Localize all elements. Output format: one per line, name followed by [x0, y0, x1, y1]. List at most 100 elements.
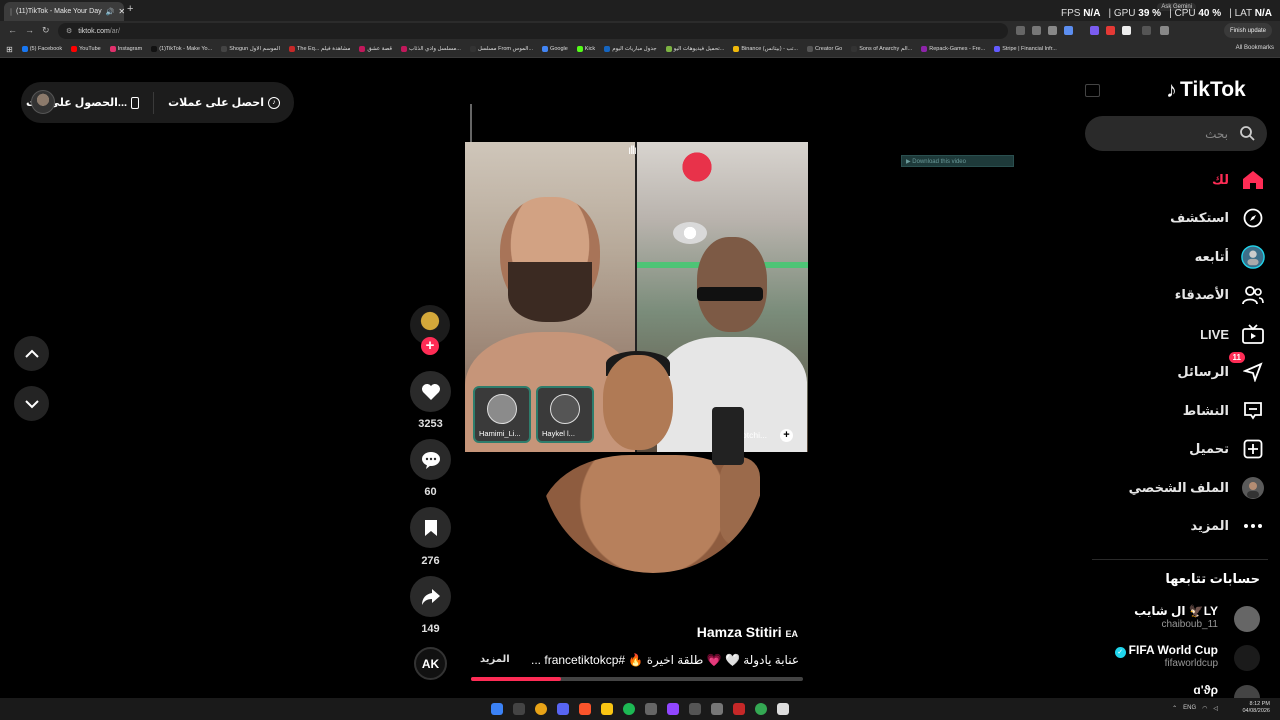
- bookmark-item[interactable]: (5) Facebook: [21, 46, 62, 52]
- download-video-button[interactable]: ▶ Download this video: [901, 155, 1014, 167]
- extension-icon[interactable]: [1106, 26, 1115, 35]
- live-guest-tile[interactable]: Hamimi_Li...: [473, 386, 531, 443]
- bookmark-star-icon[interactable]: [1064, 26, 1073, 35]
- follow-plus-icon[interactable]: +: [421, 337, 439, 355]
- caption-more-link[interactable]: المزيد: [480, 654, 510, 665]
- previous-video-button[interactable]: [14, 336, 49, 371]
- more-dots-icon: [1241, 514, 1265, 538]
- share-button[interactable]: [410, 576, 451, 617]
- discord-icon[interactable]: [557, 703, 569, 715]
- app-icon[interactable]: [777, 703, 789, 715]
- extensions-puzzle-icon[interactable]: [1142, 26, 1151, 35]
- clock[interactable]: 8:12 PM 04/08/2026: [1242, 701, 1270, 715]
- site-info-icon[interactable]: ⚙: [66, 27, 72, 35]
- xbox-icon[interactable]: [711, 703, 723, 715]
- profile-icon[interactable]: [1160, 26, 1169, 35]
- bookmark-item[interactable]: مسلسل وادي الذئاب...: [401, 46, 461, 52]
- wifi-icon[interactable]: ◠: [1202, 705, 1207, 712]
- collapse-sidebar-icon[interactable]: [1085, 84, 1100, 97]
- sidebar-item-8[interactable]: الملف الشخصي: [1085, 474, 1265, 502]
- sidebar-item-2[interactable]: أتابعه: [1085, 243, 1265, 271]
- bookmark-item[interactable]: جدول مباريات اليوم: [604, 46, 657, 52]
- windows-start-icon[interactable]: [491, 703, 503, 715]
- taskbar-search-icon[interactable]: [513, 703, 525, 715]
- bookmark-label: Kick: [584, 46, 596, 52]
- avatar[interactable]: [31, 90, 55, 114]
- apps-grid-icon[interactable]: ⊞: [6, 45, 13, 54]
- bookmark-item[interactable]: Instagram: [109, 46, 142, 52]
- finish-update-button[interactable]: Finish update: [1223, 23, 1272, 38]
- file-explorer-icon[interactable]: [601, 703, 613, 715]
- bookmark-item[interactable]: Sons of Anarchy الم...: [851, 46, 912, 52]
- like-button[interactable]: [410, 371, 451, 412]
- tiktok-logo[interactable]: ♪ TikTok: [1166, 77, 1246, 103]
- sidebar-item-9[interactable]: المزيد: [1085, 512, 1265, 540]
- new-tab-button[interactable]: +: [127, 3, 133, 15]
- sidebar-item-3[interactable]: الأصدقاء: [1085, 281, 1265, 309]
- search-icon[interactable]: [1240, 126, 1255, 141]
- bookmark-item[interactable]: Stripe | Financial Infr...: [994, 46, 1057, 52]
- bookmark-item[interactable]: Shogun الموسم الاول: [221, 46, 280, 52]
- bookmark-item[interactable]: Binance (بيتانس) - تب...: [733, 46, 798, 52]
- next-video-button[interactable]: [14, 386, 49, 421]
- sidebar-item-6[interactable]: النشاط: [1085, 397, 1265, 425]
- bookmark-item[interactable]: YouTube: [71, 46, 101, 52]
- account-name-text: ɑ'ϑρ: [1193, 683, 1218, 697]
- video-author[interactable]: Hamza Stitiri EA: [600, 624, 798, 640]
- steam-icon[interactable]: [645, 703, 657, 715]
- comment-button[interactable]: [410, 439, 451, 480]
- tab-close-icon[interactable]: ✕: [118, 7, 124, 16]
- bookmark-item[interactable]: تحميل فيديوهات اليو...: [665, 46, 724, 52]
- browser-tab[interactable]: (11)TikTok - Make Your Day 🔊 ✕: [4, 2, 124, 21]
- bookmark-item[interactable]: Creator Go: [806, 46, 842, 52]
- zoom-icon[interactable]: [1048, 26, 1057, 35]
- avatar: [487, 394, 517, 424]
- sidebar-item-4[interactable]: LIVE: [1085, 320, 1265, 348]
- bookmark-item[interactable]: قصة عشق: [359, 46, 392, 52]
- all-bookmarks-button[interactable]: All Bookmarks: [1236, 45, 1274, 51]
- reload-icon[interactable]: ↻: [42, 25, 50, 36]
- back-icon[interactable]: ←: [8, 25, 17, 35]
- volume-icon[interactable]: ◁: [1213, 705, 1218, 712]
- music-disc-icon[interactable]: AK: [414, 647, 447, 680]
- bookmark-item[interactable]: Kick: [576, 46, 596, 52]
- translate-icon[interactable]: [1016, 26, 1025, 35]
- chevron-up-icon[interactable]: ⌃: [1172, 705, 1177, 712]
- video-progress-bar[interactable]: [471, 677, 803, 681]
- sidebar-item-1[interactable]: استكشف: [1085, 204, 1265, 232]
- twitch-icon[interactable]: [667, 703, 679, 715]
- sidebar-item-0[interactable]: لك: [1085, 166, 1265, 194]
- extension-icon[interactable]: [1090, 26, 1099, 35]
- get-coins-button[interactable]: احصل على عملات ♪: [168, 96, 280, 109]
- chrome-icon[interactable]: [755, 703, 767, 715]
- app-icon[interactable]: [733, 703, 745, 715]
- language-indicator[interactable]: ENG: [1183, 705, 1196, 712]
- search-input[interactable]: بحث: [1085, 116, 1267, 151]
- sidebar-item-label: تحميل: [1189, 441, 1229, 456]
- bookmark-item[interactable]: مسلسل From الموس...: [469, 46, 534, 52]
- bookmark-label: مسلسل From الموس...: [477, 46, 534, 52]
- brave-icon[interactable]: [579, 703, 591, 715]
- app-icon[interactable]: [689, 703, 701, 715]
- forward-icon[interactable]: →: [25, 25, 34, 35]
- chrome-icon[interactable]: [535, 703, 547, 715]
- url-path: /ar/: [109, 27, 120, 35]
- bookmark-favicon-icon: [469, 46, 476, 52]
- add-guest-icon[interactable]: +: [780, 429, 793, 442]
- sidebar-item-5[interactable]: الرسائل 11: [1085, 352, 1265, 386]
- sidebar-item-7[interactable]: تحميل: [1085, 435, 1265, 463]
- bookmark-item[interactable]: (1)TikTok - Make Yo...: [151, 46, 212, 52]
- bookmark-item[interactable]: Google: [542, 46, 568, 52]
- extension-icon[interactable]: [1122, 26, 1131, 35]
- save-button[interactable]: [410, 507, 451, 548]
- url-input[interactable]: ⚙ tiktok.com/ar/: [58, 23, 1008, 39]
- phone-icon: [131, 96, 140, 109]
- following-account[interactable]: ال شايب 🦅LY chaiboub_11: [1095, 604, 1260, 634]
- cast-icon[interactable]: [1032, 26, 1041, 35]
- following-account[interactable]: ✓ FIFA World Cup fifaworldcup: [1095, 643, 1260, 673]
- spotify-icon[interactable]: [623, 703, 635, 715]
- bookmark-item[interactable]: Repack-Games - Fre...: [921, 46, 985, 52]
- bookmark-label: Binance (بيتانس) - تب...: [741, 46, 798, 52]
- tab-audio-icon[interactable]: 🔊: [106, 8, 115, 16]
- bookmark-item[interactable]: The Eq... مشاهدة فيلم: [289, 46, 350, 52]
